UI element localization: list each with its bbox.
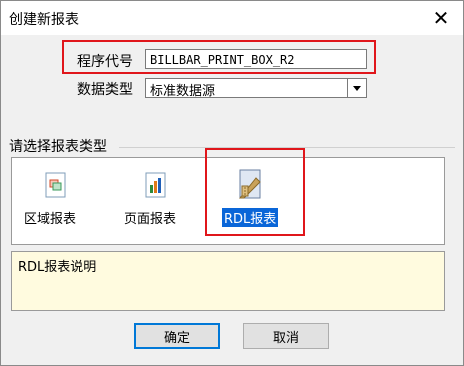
close-button[interactable]: ✕ [419,1,463,35]
report-type-label: 页面报表 [124,212,177,227]
cancel-button[interactable]: 取消 [243,323,329,349]
report-type-region[interactable]: 区域报表 [16,166,96,236]
highlight-box-code [62,40,376,74]
report-type-group-label: 请选择报表类型 [9,139,107,155]
dialog-title: 创建新报表 [9,12,79,28]
chevron-down-icon [353,85,361,91]
highlight-box-rdl [205,148,305,236]
report-type-label: 区域报表 [24,212,77,227]
dropdown-button[interactable] [347,79,366,97]
close-icon: ✕ [432,6,450,30]
title-bar: 创建新报表 ✕ [1,1,463,35]
ok-button[interactable]: 确定 [134,323,220,349]
datatype-select[interactable]: 标准数据源 [145,78,367,99]
report-type-page[interactable]: 页面报表 [116,166,196,236]
description-box: RDL报表说明 [11,251,445,311]
create-report-dialog: 创建新报表 ✕ 程序代号 BILLBAR_PRINT_BOX_R2 数据类型 标… [0,0,464,366]
page-report-icon [145,172,166,198]
datatype-value: 标准数据源 [150,84,216,99]
region-report-icon [45,172,66,198]
datatype-label: 数据类型 [77,82,133,98]
description-text: RDL报表说明 [18,260,97,275]
